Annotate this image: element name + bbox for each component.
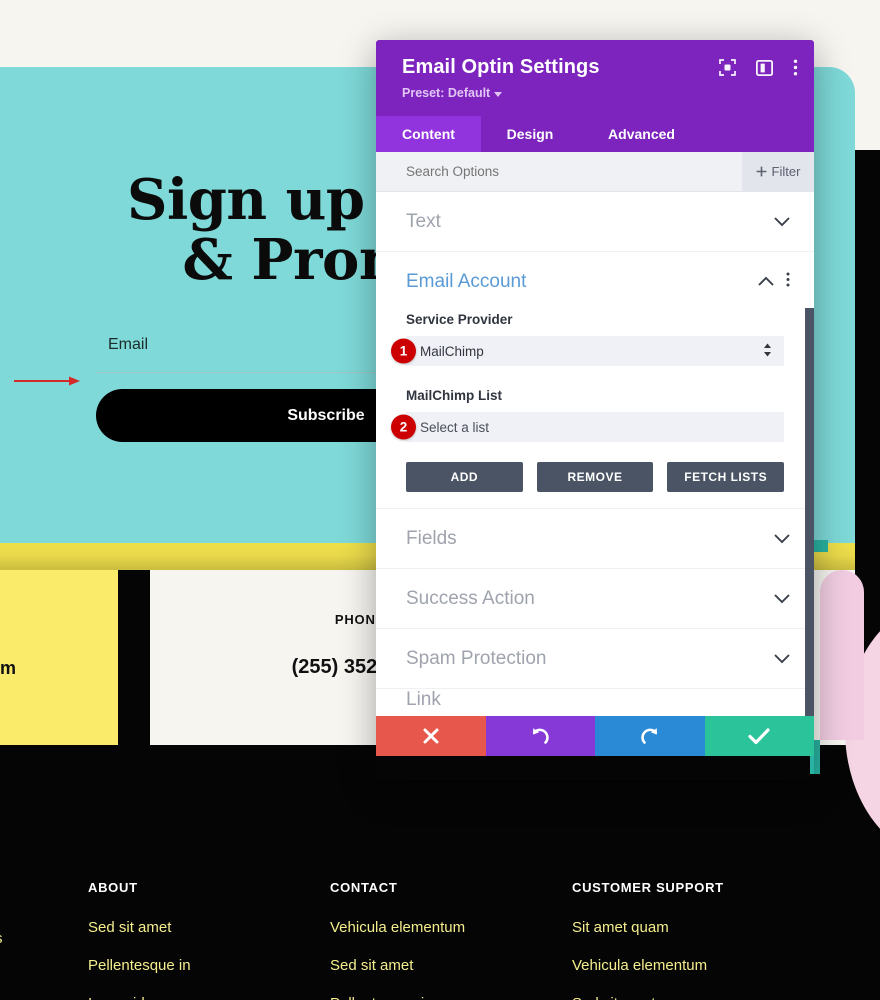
partial-text-left: m xyxy=(0,658,17,678)
tab-design[interactable]: Design xyxy=(481,116,579,152)
section-success-action[interactable]: Success Action xyxy=(376,569,814,629)
footer-link[interactable]: Sed sit amet xyxy=(88,919,191,936)
screenshot-root: Sign up for & Prom Email Subscribe m PHO… xyxy=(0,0,880,1000)
search-bar: Filter xyxy=(376,151,814,192)
section-label: Email Account xyxy=(406,271,527,292)
footer-link[interactable]: Vehicula elementum xyxy=(572,957,724,974)
close-icon xyxy=(423,728,439,744)
chevron-down-icon[interactable] xyxy=(774,216,790,227)
footer-column-about: ABOUT Sed sit amet Pellentesque in Ipsum… xyxy=(88,880,191,1000)
preset-label: Preset: Default xyxy=(402,86,491,100)
section-label: Link xyxy=(406,689,441,709)
footer-heading: CONTACT xyxy=(330,880,398,895)
red-arrow-icon xyxy=(14,376,80,386)
undo-icon xyxy=(533,728,549,744)
mailchimp-list-field: 2 Select a list xyxy=(391,412,784,442)
footer-link[interactable]: Sit amet quam xyxy=(572,919,724,936)
chevron-down-icon[interactable] xyxy=(774,533,790,544)
mailchimp-list-value: Select a list xyxy=(420,419,490,435)
section-fields[interactable]: Fields xyxy=(376,509,814,569)
section-label: Text xyxy=(406,210,441,232)
step-badge-2: 2 xyxy=(391,414,416,440)
section-link[interactable]: Link xyxy=(376,689,814,709)
search-input[interactable] xyxy=(376,164,742,179)
email-account-content: Service Provider 1 MailChimp MailChimp L… xyxy=(376,312,814,509)
pink-rounded-decoration xyxy=(820,570,864,740)
filter-button[interactable]: Filter xyxy=(742,151,814,192)
right-cream-strip xyxy=(855,67,880,150)
footer-link[interactable]: Ipsum id xyxy=(88,995,191,1000)
remove-button[interactable]: REMOVE xyxy=(536,462,654,492)
modal-body: Text Email Account Service Provider 1 Ma… xyxy=(376,192,814,716)
tab-advanced[interactable]: Advanced xyxy=(579,116,704,152)
mailchimp-list-label: MailChimp List xyxy=(406,388,503,403)
layout-icon[interactable] xyxy=(756,59,773,76)
cancel-button[interactable] xyxy=(376,716,486,756)
kebab-menu-icon[interactable] xyxy=(793,59,798,76)
footer-link[interactable]: Sed sit amet xyxy=(330,957,465,974)
section-text[interactable]: Text xyxy=(376,192,814,252)
footer-column-contact: CONTACT Vehicula elementum Sed sit amet … xyxy=(330,880,465,1000)
redo-icon xyxy=(641,728,657,744)
chevron-up-icon[interactable] xyxy=(758,273,774,291)
section-email-account[interactable]: Email Account xyxy=(376,252,814,312)
footer-link[interactable]: Pellentesque in xyxy=(88,957,191,974)
plus-icon xyxy=(756,166,766,177)
section-spam-protection[interactable]: Spam Protection xyxy=(376,629,814,689)
fetch-lists-button[interactable]: FETCH LISTS xyxy=(667,462,785,492)
redo-button[interactable] xyxy=(595,716,705,756)
footer-partial-text: s xyxy=(0,930,3,947)
footer-heading: ABOUT xyxy=(88,880,138,895)
modal-header-icons xyxy=(719,59,798,76)
save-button[interactable] xyxy=(704,716,814,756)
chevron-down-icon xyxy=(494,91,503,97)
updown-arrows-icon xyxy=(763,343,772,360)
section-label: Spam Protection xyxy=(406,647,547,669)
section-label: Fields xyxy=(406,527,457,549)
undo-button[interactable] xyxy=(485,716,595,756)
filter-label: Filter xyxy=(771,164,801,179)
check-icon xyxy=(748,728,770,745)
list-action-buttons: ADD REMOVE FETCH LISTS xyxy=(376,442,814,492)
modal-scrollbar[interactable] xyxy=(805,308,814,716)
section-label: Success Action xyxy=(406,587,535,609)
service-provider-select[interactable]: MailChimp xyxy=(406,336,784,366)
step-badge-1: 1 xyxy=(391,338,416,364)
service-provider-field: 1 MailChimp xyxy=(391,336,784,366)
site-footer: s ABOUT Sed sit amet Pellentesque in Ips… xyxy=(0,880,880,1000)
modal-header: Email Optin Settings Preset: Default xyxy=(376,40,814,116)
chevron-down-icon[interactable] xyxy=(774,593,790,604)
footer-link[interactable]: Sed sit amet xyxy=(572,995,724,1000)
add-button[interactable]: ADD xyxy=(406,462,523,492)
footer-link[interactable]: Pellentesque in xyxy=(330,995,465,1000)
email-optin-settings-modal: Email Optin Settings Preset: Default Con… xyxy=(376,40,814,780)
preset-selector[interactable]: Preset: Default xyxy=(402,86,796,100)
email-field-label: Email xyxy=(108,336,149,353)
service-provider-value: MailChimp xyxy=(420,343,484,359)
footer-link[interactable]: Vehicula elementum xyxy=(330,919,465,936)
footer-column-customer-support: CUSTOMER SUPPORT Sit amet quam Vehicula … xyxy=(572,880,724,1000)
service-provider-label: Service Provider xyxy=(406,312,513,327)
mailchimp-list-select[interactable]: Select a list xyxy=(406,412,784,442)
chevron-down-icon[interactable] xyxy=(774,653,790,664)
footer-heading: CUSTOMER SUPPORT xyxy=(572,880,724,895)
yellow-block xyxy=(0,570,118,745)
tab-content[interactable]: Content xyxy=(376,116,481,152)
focus-icon[interactable] xyxy=(719,59,736,76)
modal-tabs: Content Design Advanced xyxy=(376,116,814,152)
modal-footer-actions xyxy=(376,716,814,756)
section-kebab-menu-icon[interactable] xyxy=(786,272,790,292)
